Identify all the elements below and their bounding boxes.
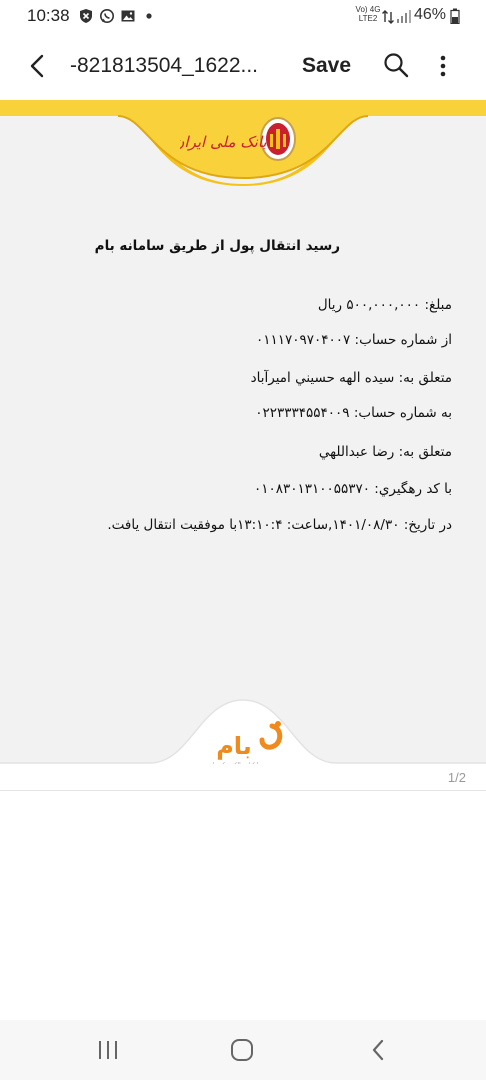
bank-melli-logo: بانک ملی ایران	[180, 117, 296, 161]
status-bar: 10:38 Vo) 4G LTE2 46%	[0, 0, 486, 32]
back-arrow-icon[interactable]	[22, 50, 52, 82]
shield-icon	[80, 9, 92, 23]
bank-logo-text: بانک ملی ایران	[180, 133, 267, 151]
recent-apps-icon[interactable]	[95, 1038, 121, 1062]
bam-logo: بام بانکداری الکترونیکی ملی	[208, 721, 283, 768]
more-options-icon[interactable]	[433, 50, 453, 82]
amount-line: مبلغ: ۵۰۰,۰۰۰,۰۰۰ ریال	[317, 297, 452, 313]
battery-icon	[450, 8, 460, 24]
app-bar: -821813504_1622... Save	[0, 32, 486, 100]
back-nav-icon[interactable]	[366, 1038, 392, 1062]
receipt-title: رسید انتقال پول از طریق سامانه بام	[94, 238, 340, 254]
data-arrows-icon	[382, 10, 394, 24]
page-indicator: 1/2	[447, 770, 466, 785]
from-owner-line: متعلق به: سيده الهه حسيني اميرآباد	[250, 370, 452, 386]
to-account-line: به شماره حساب: ۰۲۲۳۳۳۴۵۵۴۰۰۹	[255, 405, 452, 421]
document-title: -821813504_1622...	[70, 54, 259, 77]
whatsapp-icon	[100, 9, 114, 23]
page-strip: 1/2	[0, 764, 486, 791]
network-type: Vo) 4G LTE2	[355, 5, 381, 23]
system-nav-bar	[0, 1020, 486, 1080]
gallery-icon	[121, 10, 135, 22]
to-owner-line: متعلق به: رضا عبداللهي	[318, 444, 452, 460]
receipt-page: بانک ملی ایران رسید انتقال پول از طریق س…	[0, 100, 486, 768]
date-time-line: در تاریخ: ۱۴۰۱/۰۸/۳۰,ساعت: ۱۳:۱۰:۴با موف…	[107, 517, 452, 533]
notification-dot-icon	[146, 13, 152, 19]
bam-logo-text: بام	[216, 732, 252, 760]
document-viewer[interactable]: بانک ملی ایران رسید انتقال پول از طریق س…	[0, 100, 486, 791]
battery-percent: 46%	[414, 6, 447, 23]
status-time: 10:38	[27, 6, 70, 25]
tracking-code-line: با کد رهگيري: ۰۱۰۸۳۰۱۳۱۰۰۵۵۳۷۰	[253, 481, 452, 497]
search-icon[interactable]	[381, 50, 411, 80]
from-account-line: از شماره حساب: ۰۱۱۱۷۰۹۷۰۴۰۰۷	[256, 332, 452, 348]
save-button[interactable]: Save	[302, 54, 351, 78]
signal-icon	[397, 10, 411, 23]
blank-area	[0, 790, 486, 1021]
home-icon[interactable]	[229, 1038, 255, 1062]
